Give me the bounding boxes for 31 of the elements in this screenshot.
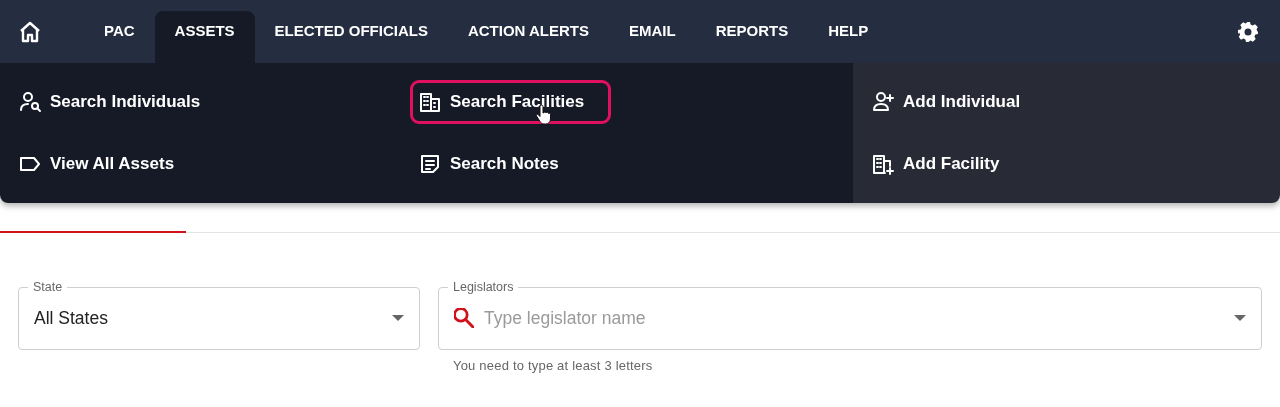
dropdown-caret-icon xyxy=(392,315,404,321)
search-icon xyxy=(454,308,474,328)
person-search-icon xyxy=(18,90,42,114)
field-label: Legislators xyxy=(452,279,515,295)
state-select[interactable]: State All States xyxy=(18,279,420,350)
select-value: All States xyxy=(34,306,109,330)
nav-tab[interactable]: ASSETS xyxy=(154,11,255,63)
menu-item[interactable]: Search Individuals xyxy=(10,80,209,124)
building-add-icon xyxy=(871,152,895,176)
menu-item[interactable]: Add Individual xyxy=(863,80,1029,124)
menu-item[interactable]: View All Assets xyxy=(10,142,183,186)
search-input[interactable]: Type legislator name xyxy=(484,304,1224,332)
menu-item[interactable]: Search Facilities xyxy=(410,80,612,124)
field-label: State xyxy=(32,279,64,295)
nav-tab[interactable]: ACTION ALERTS xyxy=(447,11,610,63)
home-icon xyxy=(18,19,42,44)
legislator-search-box[interactable]: Legislators Type legislator name xyxy=(438,279,1262,350)
cursor-icon xyxy=(535,105,551,126)
nav-tab[interactable]: EMAIL xyxy=(609,11,696,63)
note-icon xyxy=(418,152,442,176)
person-add-icon xyxy=(871,90,895,114)
menu-item[interactable]: Search Notes xyxy=(410,142,567,186)
nav-tab[interactable]: REPORTS xyxy=(695,11,809,63)
nav-tab[interactable]: ELECTED OFFICIALS xyxy=(254,11,448,63)
menu-item[interactable]: Add Facility xyxy=(863,142,1008,186)
building-icon xyxy=(418,90,442,114)
settings-icon xyxy=(1236,19,1260,44)
nav-tab[interactable]: HELP xyxy=(808,11,889,63)
dropdown-caret-icon xyxy=(1234,315,1246,321)
helper-text: You need to type at least 3 letters xyxy=(453,357,654,375)
nav-tab[interactable]: PAC xyxy=(84,11,155,63)
